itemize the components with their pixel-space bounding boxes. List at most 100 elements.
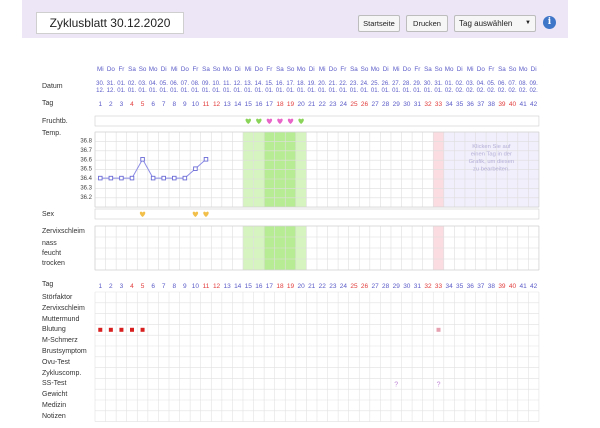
- date-bottom-label: 01.: [223, 88, 232, 94]
- weekday-label: Mi: [97, 66, 104, 73]
- date-top-label: 26.: [382, 81, 391, 87]
- day-label: 14: [234, 283, 242, 290]
- weekday-label: Sa: [202, 66, 210, 73]
- day-label: 10: [192, 283, 200, 290]
- date-bottom-label: 02.: [487, 88, 496, 94]
- weekday-label: Di: [309, 66, 315, 73]
- date-bottom-label: 01.: [244, 88, 253, 94]
- day-label: 32: [424, 101, 432, 108]
- date-top-label: 10.: [212, 81, 221, 87]
- date-top-label: 03.: [466, 81, 475, 87]
- date-top-label: 30.: [96, 81, 105, 87]
- date-top-label: 31.: [434, 81, 443, 87]
- day-label: 25: [350, 283, 358, 290]
- date-top-label: 31.: [107, 81, 116, 87]
- day-label: 28: [382, 101, 390, 108]
- day-label: 3: [120, 283, 124, 290]
- day-label: 11: [203, 283, 210, 290]
- date-bottom-label: 01.: [191, 88, 200, 94]
- weekday-label: Fr: [266, 66, 272, 73]
- temp-point: [193, 166, 198, 171]
- date-bottom-label: 01.: [265, 88, 274, 94]
- weekday-label: Mo: [297, 66, 306, 73]
- day-label: 5: [141, 101, 145, 108]
- day-label: 4: [130, 283, 134, 290]
- weekday-label: Fr: [340, 66, 346, 73]
- weekday-label: Di: [457, 66, 463, 73]
- day-label: 21: [308, 101, 316, 108]
- day-label: 2: [109, 101, 113, 108]
- day-label: 22: [319, 283, 327, 290]
- ss-test-marker: ?: [437, 381, 441, 388]
- date-bottom-label: 01.: [434, 88, 443, 94]
- day-label: 33: [435, 283, 443, 290]
- date-bottom-label: 01.: [424, 88, 433, 94]
- date-top-label: 06.: [498, 81, 507, 87]
- temp-point: [161, 175, 166, 181]
- day-label: 1: [98, 101, 102, 108]
- weekday-label: Mo: [223, 66, 232, 73]
- date-top-label: 09.: [529, 81, 538, 87]
- day-label: 9: [183, 101, 187, 108]
- day-label: 35: [456, 101, 464, 108]
- day-label: 9: [183, 283, 187, 290]
- day-label: 10: [192, 101, 200, 108]
- weekday-label: So: [213, 66, 221, 73]
- date-top-label: 27.: [392, 81, 401, 87]
- date-top-label: 03.: [138, 81, 147, 87]
- day-label: 12: [213, 283, 221, 290]
- temp-axis-label: 36.2: [80, 195, 92, 201]
- day-label: 31: [414, 283, 422, 290]
- weekday-label: So: [509, 66, 517, 73]
- weekday-label: Mo: [519, 66, 528, 73]
- date-bottom-label: 01.: [413, 88, 422, 94]
- day-label: 30: [403, 283, 411, 290]
- day-label: 4: [130, 101, 134, 108]
- temp-axis-label: 36.3: [80, 186, 92, 192]
- weekday-label: Mi: [319, 66, 326, 73]
- date-bottom-label: 01.: [170, 88, 179, 94]
- day-label: 15: [245, 283, 253, 290]
- day-label: 14: [234, 101, 242, 108]
- date-top-label: 11.: [223, 81, 231, 87]
- date-top-label: 07.: [181, 81, 190, 87]
- day-label: 27: [371, 101, 379, 108]
- date-bottom-label: 01.: [255, 88, 264, 94]
- date-bottom-label: 01.: [212, 88, 221, 94]
- weekday-label: Mi: [467, 66, 474, 73]
- day-label: 16: [255, 283, 263, 290]
- day-label: 15: [245, 101, 253, 108]
- date-top-label: 04.: [149, 81, 158, 87]
- weekday-label: Mo: [445, 66, 454, 73]
- day-label: 39: [498, 101, 506, 108]
- day-label: 17: [266, 101, 274, 108]
- date-top-label: 05.: [160, 81, 169, 87]
- day-label: 23: [329, 283, 337, 290]
- day-label: 13: [224, 101, 232, 108]
- day-label: 19: [287, 283, 295, 290]
- date-top-label: 20.: [318, 81, 327, 87]
- blutung-marker: [119, 327, 124, 332]
- temp-point: [129, 175, 135, 181]
- date-bottom-label: 01.: [202, 88, 211, 94]
- weekday-label: Di: [383, 66, 389, 73]
- cycle-chart[interactable]: Mi Do Fr Sa So Mo Di Mi Do Fr Sa So Mo Di Mi Do Fr Sa So Mo…: [0, 0, 600, 428]
- temp-point: [108, 175, 114, 181]
- weekday-label: Sa: [128, 66, 136, 73]
- fruchtb-row: [94, 115, 540, 127]
- date-top-label: 28.: [403, 81, 412, 87]
- date-bottom-label: 01.: [318, 88, 327, 94]
- day-label: 38: [488, 283, 496, 290]
- date-bottom-label: 01.: [360, 88, 369, 94]
- day-label: 35: [456, 283, 464, 290]
- date-bottom-label: 01.: [276, 88, 285, 94]
- day-label: 22: [319, 101, 327, 108]
- day-label: 7: [162, 101, 166, 108]
- day-label: 34: [445, 283, 453, 290]
- date-bottom-label: 01.: [392, 88, 401, 94]
- date-bottom-label: 01.: [382, 88, 391, 94]
- day-label: 7: [162, 283, 166, 290]
- day-label: 34: [445, 101, 453, 108]
- temp-axis-label: 36.7: [80, 148, 92, 154]
- date-top-label: 16.: [276, 81, 285, 87]
